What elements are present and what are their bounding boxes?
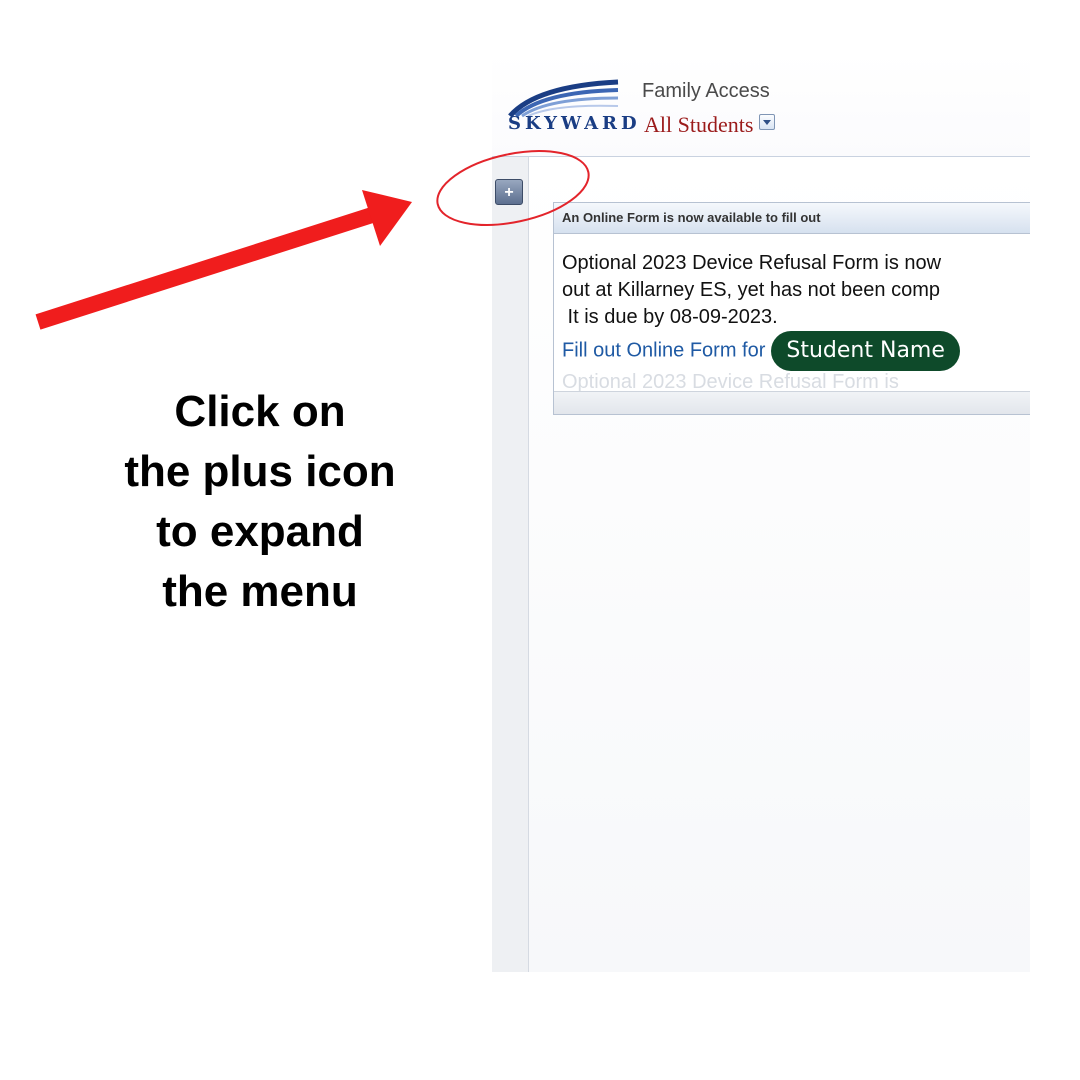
instruction-line-3: to expand (156, 507, 364, 556)
notification-title: An Online Form is now available to fill … (554, 203, 1030, 234)
skyward-screenshot: SKYWARD Family Access All Students + An … (492, 52, 1030, 972)
student-selector-label: All Students (644, 112, 754, 137)
notification-line-1: Optional 2023 Device Refusal Form is now (562, 252, 942, 274)
notification-body: Optional 2023 Device Refusal Form is now… (554, 234, 1030, 416)
app-header: SKYWARD Family Access All Students (492, 52, 1030, 157)
main-content: An Online Form is now available to fill … (529, 157, 1030, 972)
fill-out-form-link[interactable]: Fill out Online Form for (562, 339, 765, 361)
left-menu-rail: + (492, 157, 529, 972)
student-selector[interactable]: All Students (644, 112, 776, 138)
expand-menu-button[interactable]: + (495, 179, 523, 205)
online-form-notification: An Online Form is now available to fill … (553, 202, 1030, 415)
chevron-down-icon[interactable] (759, 114, 776, 130)
app-title: Family Access (642, 80, 770, 102)
notification-line-2: out at Killarney ES, yet has not been co… (562, 279, 940, 301)
instruction-line-4: the menu (162, 567, 358, 616)
notification-line-3: It is due by 08-09-2023. (562, 306, 778, 328)
logo-wordmark: SKYWARD (508, 113, 641, 134)
notification-footer (554, 391, 1030, 414)
skyward-logo: SKYWARD (506, 78, 637, 134)
student-name-badge: Student Name (771, 331, 960, 371)
instruction-line-1: Click on (174, 387, 346, 436)
notification-link-row: Fill out Online Form for Student Name (562, 331, 1030, 371)
instruction-text: Click on the plus icon to expand the men… (60, 382, 460, 622)
red-arrow-icon (35, 190, 412, 330)
instruction-line-2: the plus icon (124, 447, 396, 496)
